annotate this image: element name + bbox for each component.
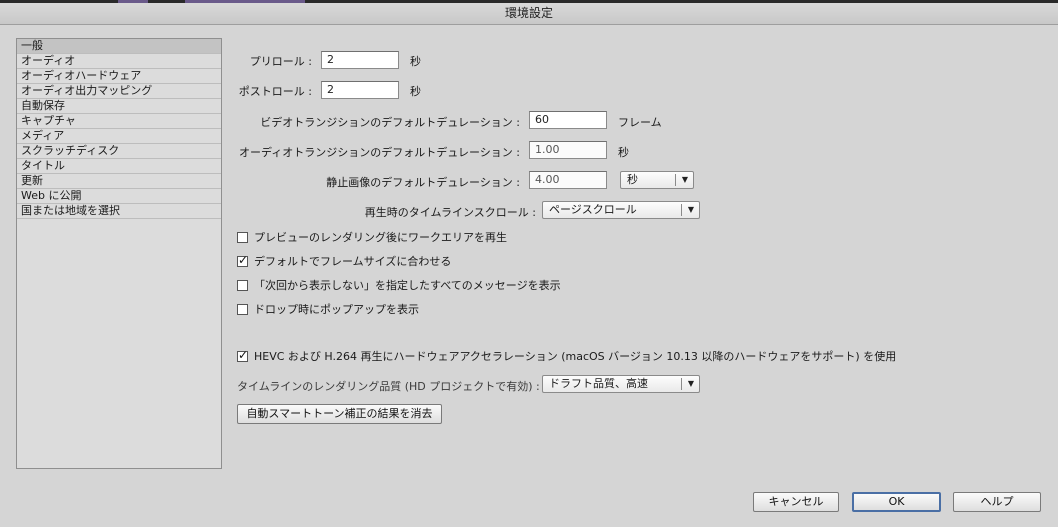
select-divider [681, 378, 682, 390]
dropdown-arrow-icon: ▼ [687, 379, 694, 388]
checkmark-icon: ✓ [238, 347, 249, 362]
select-divider [675, 174, 676, 186]
sidebar-item-scratch-disks[interactable]: スクラッチディスク [17, 144, 221, 159]
preroll-label: プリロール : [249, 55, 312, 68]
still-image-unit-select[interactable]: 秒 ▼ [620, 171, 694, 189]
checkbox-label: プレビューのレンダリング後にワークエリアを再生 [254, 231, 507, 244]
postroll-label: ポストロール : [238, 85, 312, 98]
render-quality-select[interactable]: ドラフト品質、高速 ▼ [542, 375, 700, 393]
sidebar-item-audio-output-mapping[interactable]: オーディオ出力マッピング [17, 84, 221, 99]
timeline-scroll-select[interactable]: ページスクロール ▼ [542, 201, 700, 219]
video-transition-label: ビデオトランジションのデフォルトデュレーション : [260, 116, 520, 129]
sidebar: 一般 オーディオ オーディオハードウェア オーディオ出力マッピング 自動保存 キ… [16, 38, 222, 469]
sidebar-item-audio[interactable]: オーディオ [17, 54, 221, 69]
checkbox-label: HEVC および H.264 再生にハードウェアアクセラレーション (macOS… [254, 350, 897, 363]
checkbox-box[interactable] [237, 279, 248, 291]
sidebar-item-titles[interactable]: タイトル [17, 159, 221, 174]
preroll-input[interactable]: 2 [321, 51, 399, 69]
sidebar-item-updates[interactable]: 更新 [17, 174, 221, 189]
sidebar-item-auto-save[interactable]: 自動保存 [17, 99, 221, 114]
sidebar-item-publish-web[interactable]: Web に公開 [17, 189, 221, 204]
postroll-unit: 秒 [410, 85, 421, 98]
still-image-unit-value: 秒 [627, 173, 638, 186]
postroll-input[interactable]: 2 [321, 81, 399, 99]
ok-button[interactable]: OK [852, 492, 941, 512]
dropdown-arrow-icon: ▼ [687, 205, 694, 214]
timeline-scroll-label: 再生時のタイムラインスクロール : [364, 206, 536, 219]
checkmark-icon: ✓ [238, 252, 249, 267]
checkbox-label: ドロップ時にポップアップを表示 [254, 303, 419, 316]
still-image-input[interactable]: 4.00 [529, 171, 607, 189]
checkbox-box[interactable] [237, 303, 248, 315]
render-quality-label: タイムラインのレンダリング品質 (HD プロジェクトで有効) : [237, 380, 540, 393]
still-image-label: 静止画像のデフォルトデュレーション : [326, 176, 520, 189]
preroll-unit: 秒 [410, 55, 421, 68]
audio-transition-label: オーディオトランジションのデフォルトデュレーション : [239, 146, 520, 159]
render-quality-value: ドラフト品質、高速 [549, 377, 648, 390]
checkbox-label: デフォルトでフレームサイズに合わせる [254, 255, 452, 268]
checkbox-show-popup-on-drop[interactable]: ドロップ時にポップアップを表示 [237, 302, 419, 316]
video-transition-input[interactable]: 60 [529, 111, 607, 129]
sidebar-item-region[interactable]: 国または地域を選択 [17, 204, 221, 219]
dropdown-arrow-icon: ▼ [681, 175, 688, 184]
sidebar-item-general[interactable]: 一般 [17, 39, 221, 54]
audio-transition-unit: 秒 [618, 146, 629, 159]
checkbox-box[interactable]: ✓ [237, 347, 249, 362]
window-title: 環境設定 [0, 3, 1058, 25]
sidebar-item-media[interactable]: メディア [17, 129, 221, 144]
audio-transition-input[interactable]: 1.00 [529, 141, 607, 159]
select-divider [681, 204, 682, 216]
checkbox-box[interactable] [237, 231, 248, 243]
checkbox-fit-frame-size[interactable]: ✓ デフォルトでフレームサイズに合わせる [237, 252, 452, 268]
sidebar-item-audio-hardware[interactable]: オーディオハードウェア [17, 69, 221, 84]
timeline-scroll-value: ページスクロール [549, 203, 637, 216]
help-button[interactable]: ヘルプ [953, 492, 1041, 512]
sidebar-item-capture[interactable]: キャプチャ [17, 114, 221, 129]
cancel-button[interactable]: キャンセル [753, 492, 839, 512]
checkbox-box[interactable]: ✓ [237, 252, 249, 267]
checkbox-hevc-hardware-acceleration[interactable]: ✓ HEVC および H.264 再生にハードウェアアクセラレーション (mac… [237, 347, 897, 363]
video-transition-unit: フレーム [618, 116, 662, 129]
clear-smart-tone-button[interactable]: 自動スマートトーン補正の結果を消去 [237, 404, 442, 424]
checkbox-show-all-messages[interactable]: 「次回から表示しない」を指定したすべてのメッセージを表示 [237, 278, 561, 292]
checkbox-play-work-area[interactable]: プレビューのレンダリング後にワークエリアを再生 [237, 230, 507, 244]
checkbox-label: 「次回から表示しない」を指定したすべてのメッセージを表示 [254, 279, 561, 292]
